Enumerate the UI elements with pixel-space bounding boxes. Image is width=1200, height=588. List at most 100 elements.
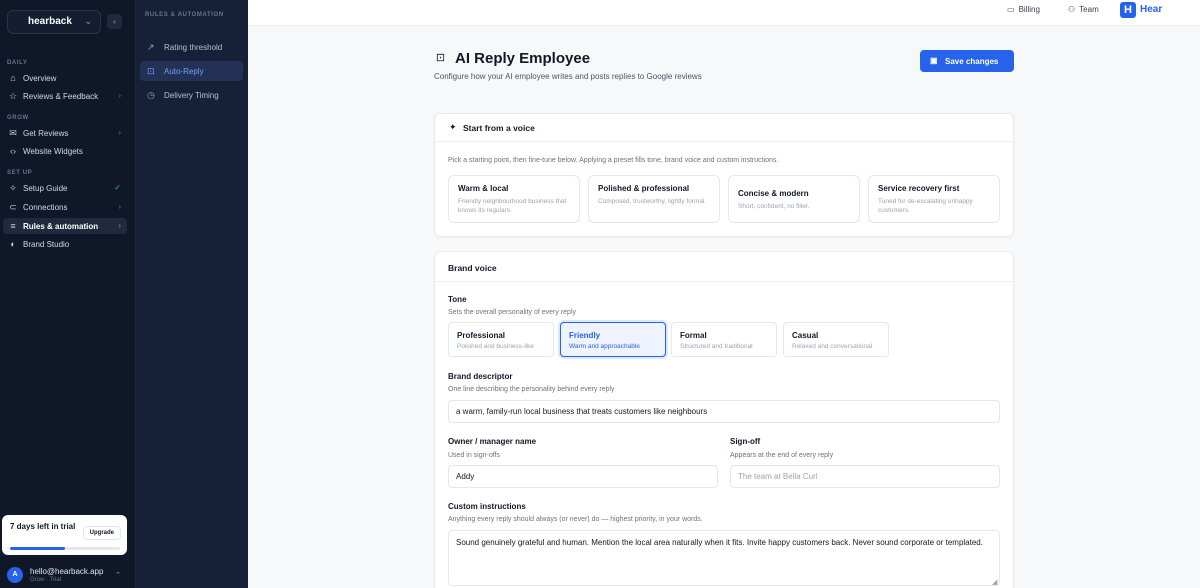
app-logo-text: Hear — [1140, 4, 1163, 15]
user-icon: ⚇ — [1068, 5, 1076, 14]
sidebar-item-get-reviews[interactable]: ✉ Get Reviews › — [3, 125, 127, 141]
descriptor-hint: One line describing the personality behi… — [448, 386, 615, 393]
chevron-left-icon: ‹ — [113, 17, 116, 26]
subnav-item-auto-reply[interactable]: ⊡ Auto-Reply — [140, 61, 243, 81]
mail-icon: ✉ — [9, 128, 17, 138]
custom-instructions-label: Custom instructions — [448, 502, 526, 511]
preset-concise-modern[interactable]: Concise & modern Short, confident, no fi… — [728, 175, 860, 223]
team-link[interactable]: ⚇ Team — [1068, 5, 1099, 14]
sidebar-item-connections[interactable]: ⊂ Connections › — [3, 199, 127, 215]
tone-option-professional[interactable]: Professional Polished and business-like — [448, 322, 554, 357]
preset-desc: Composed, trustworthy, lightly formal. — [598, 198, 707, 205]
sidebar-item-label: Rules & automation — [23, 222, 99, 231]
save-button-label: Save changes — [945, 57, 999, 66]
custom-instructions-hint: Anything every reply should always (or n… — [448, 516, 703, 523]
home-icon: ⌂ — [10, 73, 16, 83]
workspace-switcher[interactable]: hearback ⌄ — [7, 10, 101, 34]
page-subtitle: Configure how your AI employee writes an… — [434, 72, 702, 81]
tone-option-casual[interactable]: Casual Relaxed and conversational — [783, 322, 889, 357]
tone-option-friendly[interactable]: Friendly Warm and approachable — [560, 322, 666, 357]
custom-instructions-textarea[interactable]: Sound genuinely grateful and human. Ment… — [448, 530, 1000, 586]
preset-desc: Short, confident, no filler. — [738, 203, 810, 210]
robot-icon: ⊡ — [147, 66, 155, 76]
trial-progress — [10, 547, 120, 550]
preset-warm-local[interactable]: Warm & local Friendly neighbourhood busi… — [448, 175, 580, 223]
avatar: A — [7, 567, 23, 583]
preset-service-recovery[interactable]: Service recovery first Tuned for de-esca… — [868, 175, 1000, 223]
voice-hint: Pick a starting point, then fine-tune be… — [448, 157, 779, 164]
billing-label: Billing — [1018, 5, 1040, 14]
code-icon: ‹› — [10, 146, 16, 156]
card-header: ✦ Start from a voice — [435, 114, 1013, 142]
check-icon: ✓ — [114, 183, 121, 192]
subnav-item-label: Auto-Reply — [164, 67, 204, 76]
signoff-hint: Appears at the end of every reply — [730, 452, 834, 459]
tone-title: Friendly — [569, 331, 601, 340]
sidebar-item-label: Reviews & Feedback — [23, 92, 99, 101]
brand-descriptor-input[interactable] — [448, 400, 1000, 423]
rules-icon: ≡ — [10, 221, 16, 231]
owner-hint: Used in sign-offs — [448, 452, 501, 459]
collapse-sidebar-button[interactable]: ‹ — [107, 14, 122, 29]
billing-link[interactable]: ▭ Billing — [1007, 5, 1040, 14]
sidebar-item-brand-studio[interactable]: ◐ Brand Studio — [3, 236, 127, 252]
preset-title: Warm & local — [458, 184, 509, 193]
signoff-input[interactable] — [730, 465, 1000, 488]
brand-name: hearback — [28, 16, 72, 27]
tone-desc: Warm and approachable — [569, 343, 640, 350]
section-daily: DAILY — [7, 60, 28, 66]
save-icon: ▣ — [930, 56, 938, 65]
link-icon: ⊂ — [9, 202, 17, 212]
sidebar-item-label: Overview — [23, 74, 57, 83]
tone-desc: Relaxed and conversational — [792, 343, 873, 350]
upgrade-button[interactable]: Upgrade — [82, 526, 121, 540]
chevron-right-icon: › — [118, 202, 121, 211]
card-title: Brand voice — [448, 263, 497, 273]
voice-presets-card: ✦ Start from a voice Pick a starting poi… — [434, 113, 1014, 237]
preset-title: Service recovery first — [878, 184, 960, 193]
tone-title: Formal — [680, 331, 707, 340]
user-email: hello@hearback.app — [30, 567, 104, 576]
app-logo: H — [1120, 2, 1136, 18]
robot-icon: ⊡ — [435, 52, 446, 64]
trend-icon: ↗ — [147, 42, 155, 52]
owner-label: Owner / manager name — [448, 437, 537, 446]
rules-subnav: RULES & AUTOMATION ↗ Rating threshold ⊡ … — [135, 0, 248, 588]
star-icon: ☆ — [8, 91, 18, 101]
section-setup: SET UP — [7, 170, 33, 176]
sidebar-item-website-widgets[interactable]: ‹› Website Widgets — [3, 143, 127, 159]
user-plan: Grow · Trial — [30, 577, 62, 583]
subnav-item-rating-threshold[interactable]: ↗ Rating threshold — [140, 37, 243, 57]
resize-handle-icon[interactable]: ◢ — [992, 578, 997, 586]
chevron-down-icon: ⌄ — [84, 16, 92, 26]
subnav-item-label: Rating threshold — [164, 43, 223, 52]
sidebar-item-label: Website Widgets — [23, 147, 83, 156]
main-sidebar: hearback ⌄ ‹ DAILY ⌂ Overview ☆ Reviews … — [0, 0, 135, 588]
tone-hint: Sets the overall personality of every re… — [448, 309, 577, 316]
subnav-title: RULES & AUTOMATION — [145, 12, 224, 18]
top-bar: ▭ Billing ⚇ Team H Hear — [248, 0, 1200, 26]
section-grow: GROW — [7, 115, 29, 121]
preset-title: Polished & professional — [598, 184, 690, 193]
preset-polished-professional[interactable]: Polished & professional Composed, trustw… — [588, 175, 720, 223]
subnav-item-delivery-timing[interactable]: ◷ Delivery Timing — [140, 85, 243, 105]
tone-title: Professional — [457, 331, 506, 340]
chevron-right-icon: › — [118, 128, 121, 137]
chevron-right-icon: › — [118, 221, 121, 230]
owner-name-input[interactable] — [448, 465, 718, 488]
sidebar-item-reviews-feedback[interactable]: ☆ Reviews & Feedback › — [3, 88, 127, 104]
credit-card-icon: ▭ — [1007, 5, 1015, 14]
preset-title: Concise & modern — [738, 189, 809, 198]
tone-desc: Polished and business-like — [457, 343, 534, 350]
tone-option-formal[interactable]: Formal Structured and traditional — [671, 322, 777, 357]
chevron-up-icon: ⌃ — [115, 572, 121, 579]
sidebar-item-overview[interactable]: ⌂ Overview — [3, 70, 127, 86]
sparkles-icon: ✦ — [449, 122, 457, 132]
page-title: AI Reply Employee — [455, 50, 591, 67]
sidebar-item-rules-automation[interactable]: ≡ Rules & automation › — [3, 218, 127, 234]
preset-desc: Friendly neighbourhood business that kno… — [458, 198, 567, 214]
save-button[interactable]: ▣ Save changes — [920, 50, 1014, 72]
sidebar-item-setup-guide[interactable]: ✧ Setup Guide ✓ — [3, 180, 127, 196]
wand-icon: ✧ — [9, 183, 17, 193]
user-menu[interactable]: A hello@hearback.app Grow · Trial ⌃ — [0, 563, 135, 588]
